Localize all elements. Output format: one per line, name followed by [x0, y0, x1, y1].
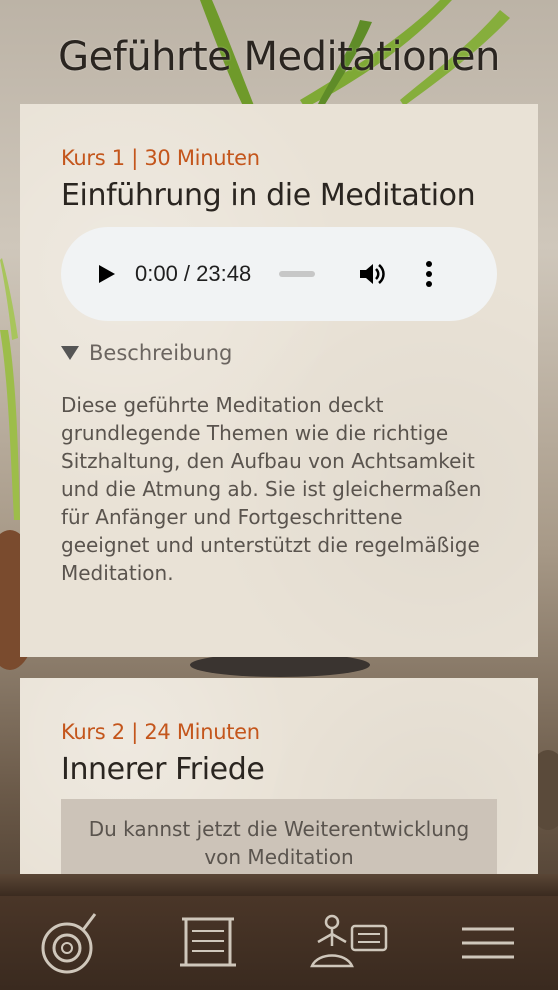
disclosure-triangle-icon: [61, 346, 79, 360]
menu-icon: [462, 927, 515, 959]
bottom-tab-bar: [0, 874, 558, 990]
course-title: Einführung in die Meditation: [61, 178, 476, 213]
course-description: Diese geführte Meditation deckt grundleg…: [61, 393, 482, 585]
audio-player: 0:00 / 23:48: [61, 227, 497, 321]
more-options-icon[interactable]: [425, 259, 433, 289]
play-icon[interactable]: [95, 263, 117, 285]
tab-meditator[interactable]: [304, 903, 394, 983]
page-title: Geführte Meditationen: [58, 34, 500, 80]
volume-icon[interactable]: [357, 259, 387, 289]
description-toggle-label: Beschreibung: [89, 341, 233, 365]
course-card: Kurs 1 | 30 Minuten Einführung in die Me…: [20, 104, 538, 657]
course-notice: Du kannst jetzt die Weiterentwicklung vo…: [61, 799, 497, 874]
course-meta: Kurs 1 | 30 Minuten: [61, 146, 260, 170]
audio-time: 0:00 / 23:48: [135, 261, 252, 286]
meditation-bowl-icon: [41, 913, 96, 974]
course-card: Kurs 2 | 24 Minuten Innerer Friede Du ka…: [20, 678, 538, 874]
tab-scroll[interactable]: [164, 903, 254, 983]
scroll-icon: [180, 917, 237, 967]
course-meta: Kurs 2 | 24 Minuten: [61, 720, 260, 744]
meditator-icon: [309, 914, 387, 968]
description-toggle[interactable]: Beschreibung: [61, 341, 497, 365]
course-title: Innerer Friede: [61, 752, 265, 787]
audio-progress-slider[interactable]: [279, 271, 316, 277]
tab-meditation-bowl[interactable]: [25, 903, 115, 983]
tab-menu[interactable]: [443, 903, 533, 983]
